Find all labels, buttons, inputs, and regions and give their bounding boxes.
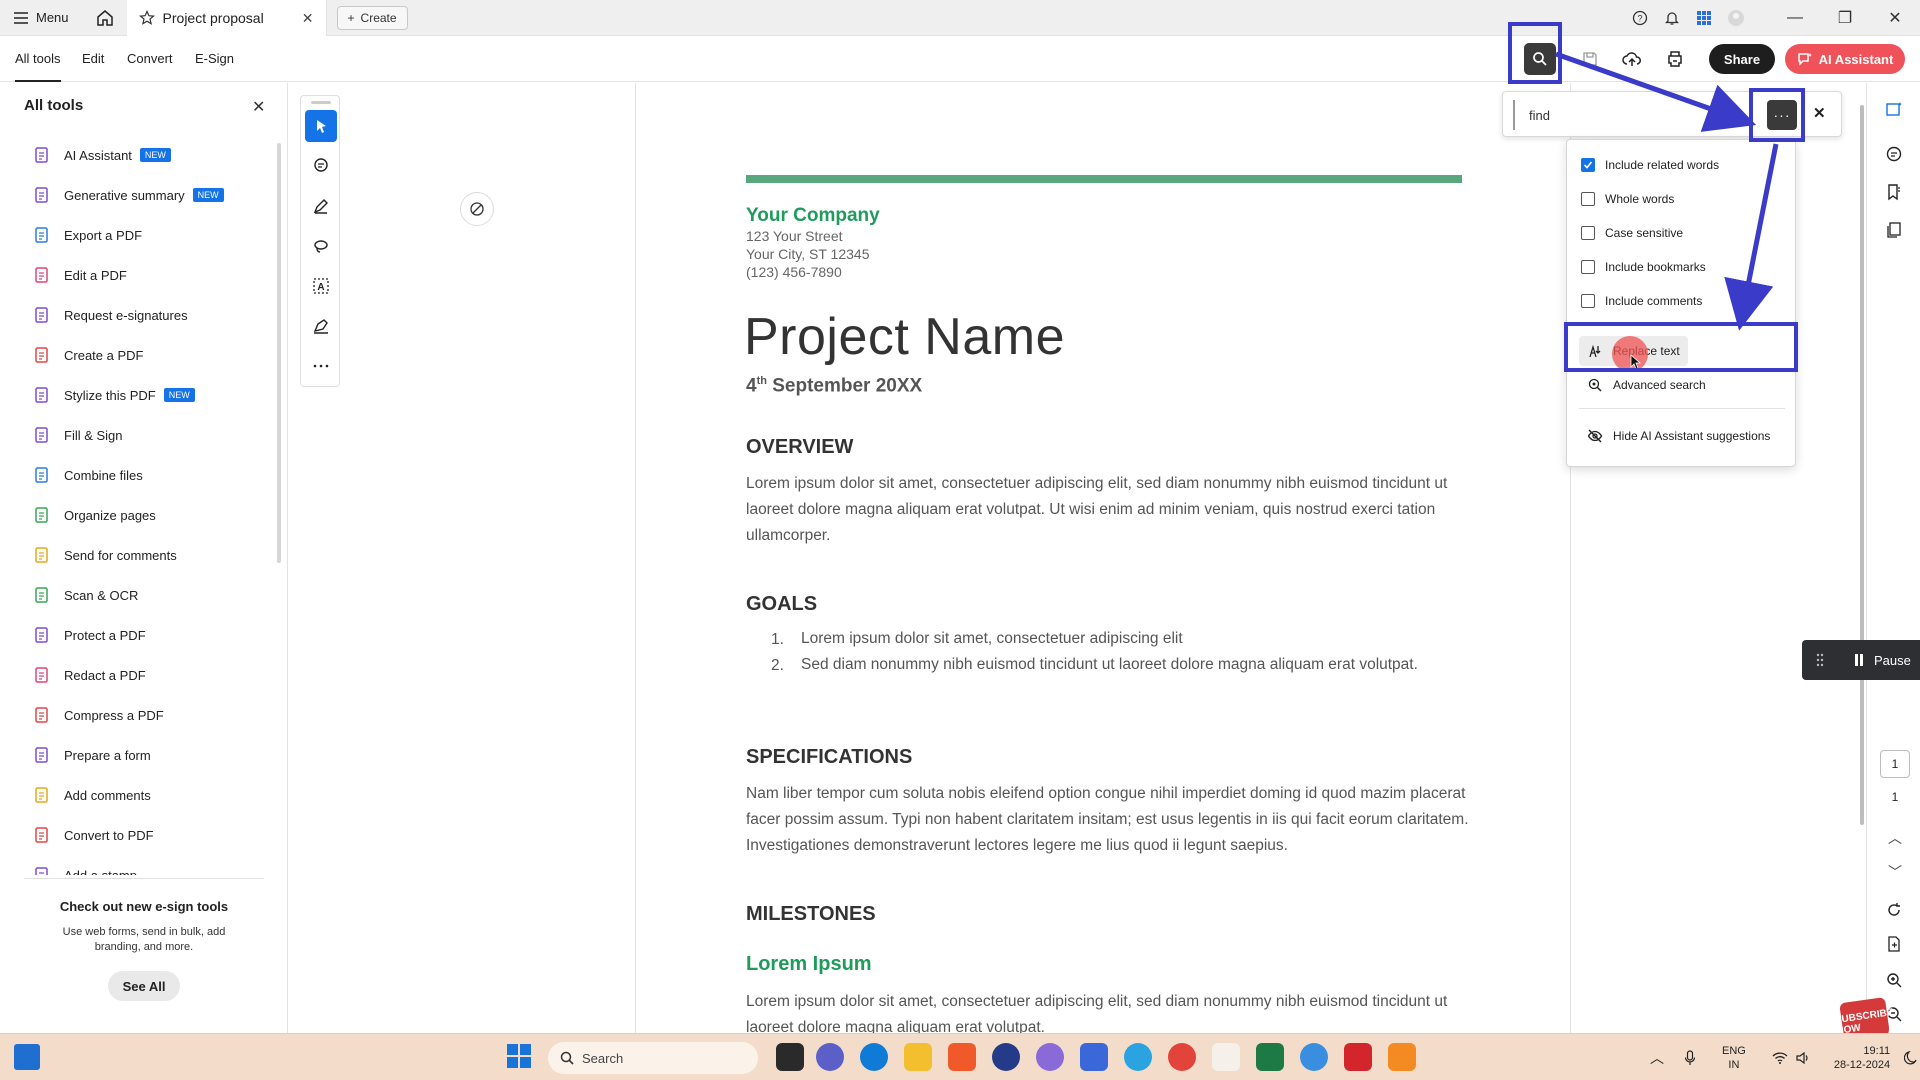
app-icon[interactable] [1212, 1043, 1240, 1071]
edge-icon[interactable] [860, 1043, 888, 1071]
chevron-down-icon[interactable]: ﹀ [1884, 862, 1906, 882]
windows-taskbar: Search ︿ ENG IN 19:11 28-12-2024 [0, 1033, 1920, 1080]
chevron-up-icon[interactable]: ︿ [1884, 828, 1906, 848]
notes-icon[interactable] [1080, 1043, 1108, 1071]
teams-icon[interactable] [816, 1043, 844, 1071]
app-icon[interactable] [992, 1043, 1020, 1071]
page-fit-icon[interactable] [1883, 933, 1905, 955]
search-icon [560, 1051, 574, 1065]
task-view-icon[interactable] [776, 1043, 804, 1071]
acrobat-icon[interactable] [1344, 1043, 1372, 1071]
pause-icon [1855, 654, 1863, 666]
telegram-icon[interactable] [1124, 1043, 1152, 1071]
language-region: IN [1728, 1058, 1740, 1071]
chrome-icon[interactable] [1168, 1043, 1196, 1071]
clock-date: 28-12-2024 [1833, 1058, 1891, 1071]
notification-moon-icon[interactable] [1904, 1050, 1918, 1065]
wifi-icon[interactable] [1772, 1051, 1788, 1064]
page-total: 1 [1891, 790, 1899, 804]
chrome-profile-icon[interactable] [1300, 1043, 1328, 1071]
comments-icon[interactable] [1883, 143, 1905, 165]
file-explorer-icon[interactable] [904, 1043, 932, 1071]
windows-start-icon[interactable] [506, 1043, 534, 1071]
pause-label: Pause [1874, 652, 1911, 668]
annotation-arrows [1555, 51, 1779, 331]
document-scrollbar[interactable] [1860, 105, 1864, 825]
language-indicator[interactable]: ENG [1722, 1044, 1746, 1058]
bookmarks-icon[interactable] [1883, 181, 1905, 203]
brave-icon[interactable] [948, 1043, 976, 1071]
microphone-icon[interactable] [1684, 1049, 1696, 1066]
volume-icon[interactable] [1796, 1051, 1810, 1064]
page-number-input[interactable]: 1 [1880, 750, 1910, 778]
taskbar-search-label: Search [582, 1050, 624, 1066]
browser-icon[interactable] [1036, 1043, 1064, 1071]
right-rail [1866, 83, 1920, 1033]
taskbar-search[interactable]: Search [548, 1042, 758, 1074]
app-window: Menu Project proposal ✕ + Create ? — ❐ ✕… [0, 0, 1920, 1080]
app-icon[interactable] [1388, 1043, 1416, 1071]
pause-recording-button[interactable]: Pause [1802, 640, 1920, 680]
drag-handle-icon[interactable] [1816, 653, 1824, 667]
rotate-icon[interactable] [1883, 899, 1905, 921]
excel-icon[interactable] [1256, 1043, 1284, 1071]
chevron-up-icon[interactable]: ︿ [1650, 1048, 1664, 1068]
ai-panel-icon[interactable] [1883, 99, 1905, 121]
widgets-icon[interactable] [14, 1044, 40, 1070]
system-tray: ︿ ENG IN 19:11 28-12-2024 [1650, 1034, 1918, 1080]
pages-icon[interactable] [1883, 219, 1905, 241]
clock-time[interactable]: 19:11 [1834, 1044, 1890, 1058]
zoom-in-icon[interactable] [1883, 969, 1905, 991]
